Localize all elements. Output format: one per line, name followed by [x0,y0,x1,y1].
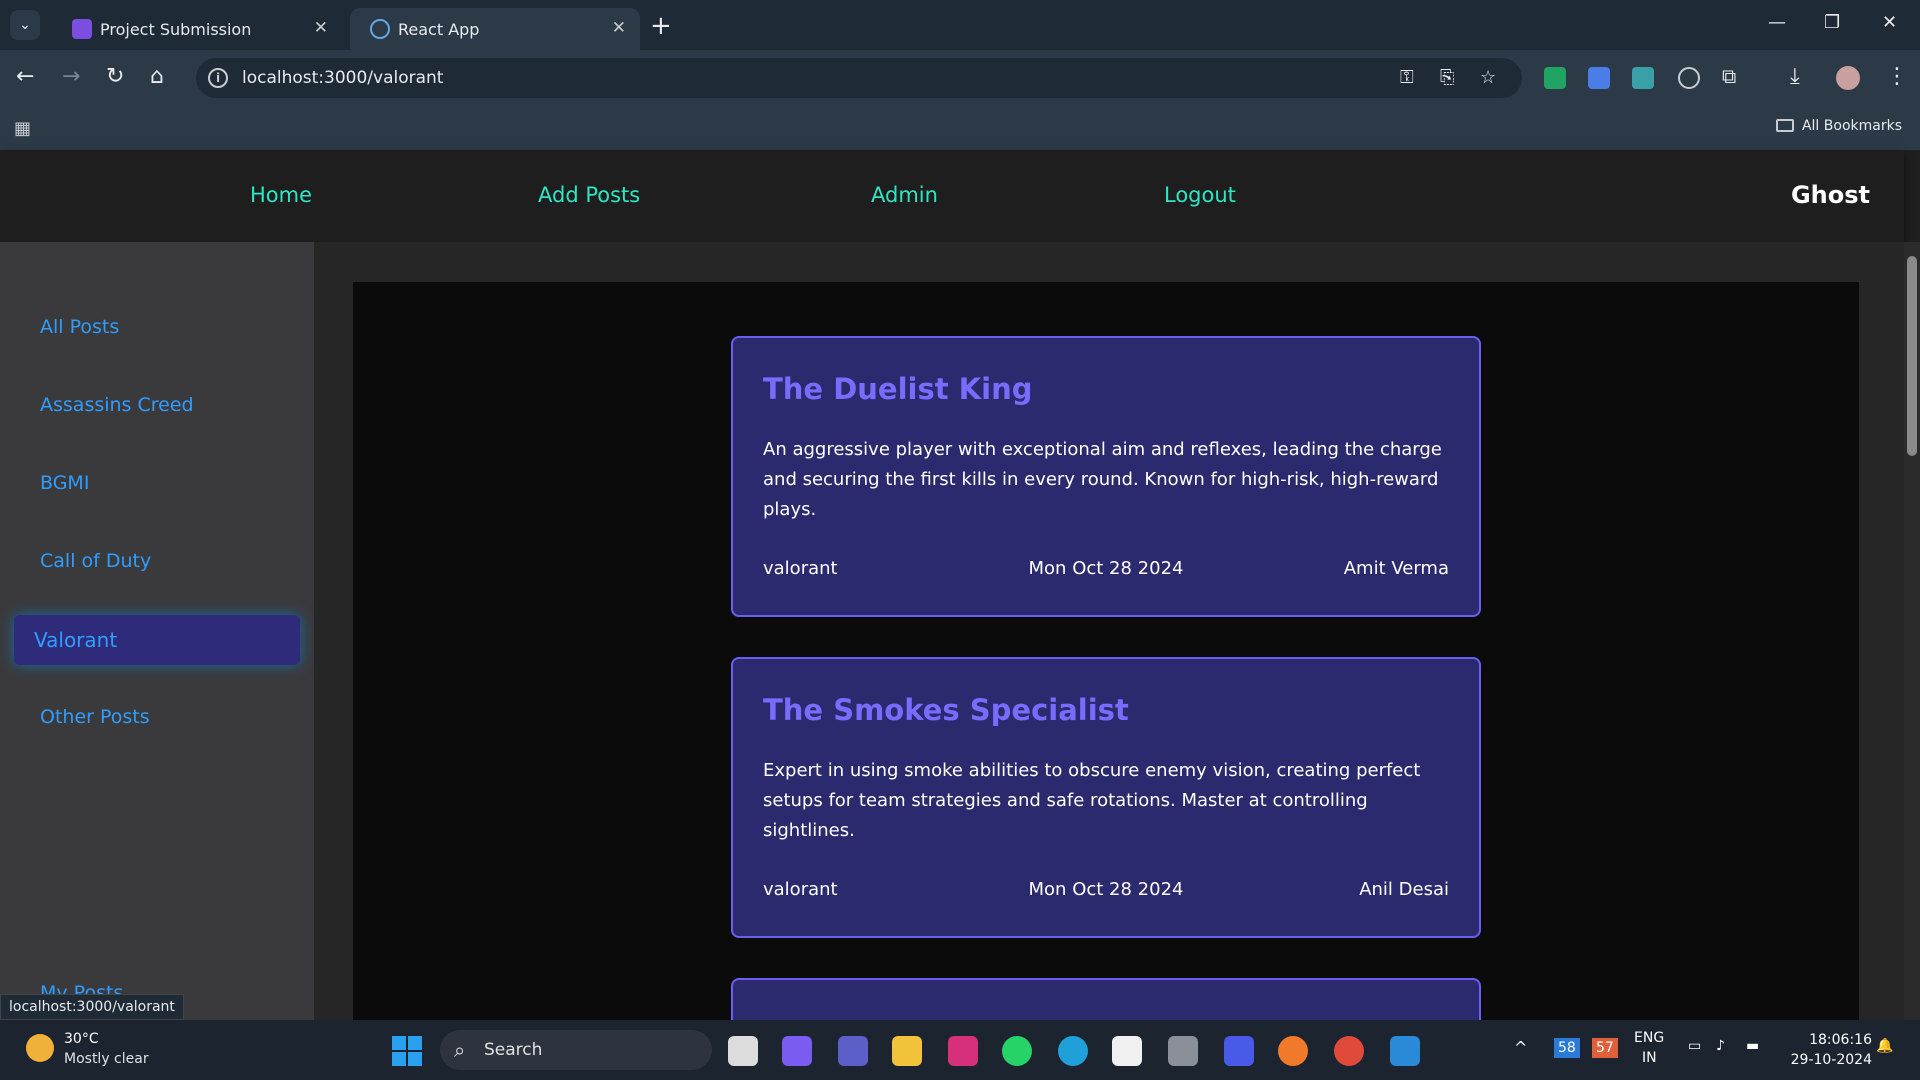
all-bookmarks-button[interactable]: All Bookmarks [1775,118,1902,134]
link-status-url: localhost:3000/valorant [0,994,184,1020]
weather-description[interactable]: Mostly clear [64,1051,149,1067]
tab-label: React App [398,20,480,39]
chrome-icon[interactable] [1334,1036,1364,1066]
post-title: The Duelist King [763,372,1033,406]
windows-taskbar: 30°C Mostly clear ⌕ Search ^ 58 57 ENG I… [0,1020,1920,1080]
extension-icon[interactable] [1632,67,1654,89]
forward-button[interactable]: → [62,64,80,89]
browser-toolbar: ← → ↻ ⌂ i localhost:3000/valorant ⚿ ⎘ ☆ … [0,50,1920,106]
battery-icon[interactable]: ▬ [1746,1038,1759,1054]
app-icon[interactable] [1224,1036,1254,1066]
copilot-icon[interactable] [782,1036,812,1066]
post-card[interactable]: The Smokes Specialist Expert in using sm… [731,657,1481,938]
posts-container: The Duelist King An aggressive player wi… [353,282,1859,1042]
sidebar-item-valorant[interactable]: Valorant [14,615,300,665]
post-author: Amit Verma [1343,558,1449,579]
install-app-icon[interactable]: ⎘ [1440,67,1454,88]
tray-overflow-icon[interactable]: ^ [1514,1038,1527,1057]
bookmark-star-icon[interactable]: ☆ [1480,67,1496,88]
unity-icon[interactable] [1168,1036,1198,1066]
post-author: Anil Desai [1359,879,1449,900]
close-window-button[interactable]: ✕ [1882,12,1897,33]
page-scrollbar[interactable] [1904,242,1920,1020]
restore-button[interactable]: ❐ [1824,12,1840,33]
language-code[interactable]: ENG [1634,1030,1664,1046]
clock-time: 18:06:16 [1809,1032,1872,1048]
downloads-icon[interactable]: ⤓ [1790,64,1800,89]
taskbar-search[interactable]: ⌕ Search [440,1030,712,1070]
reload-button[interactable]: ↻ [106,64,124,89]
post-category: valorant [763,558,838,579]
system-clock[interactable]: 18:06:16 29-10-2024 [1791,1030,1872,1070]
extensions-puzzle-icon[interactable]: ⧉ [1722,64,1736,88]
google-translate-icon[interactable] [1588,67,1610,89]
address-bar[interactable]: i localhost:3000/valorant ⚿ ⎘ ☆ [196,58,1522,98]
vscode-icon[interactable] [1390,1036,1420,1066]
language-region[interactable]: IN [1642,1050,1657,1066]
taskbar-search-label: Search [484,1040,543,1060]
minimize-button[interactable]: — [1768,12,1786,33]
post-category: valorant [763,879,838,900]
brand-name: Ghost [1790,181,1870,209]
site-info-icon[interactable]: i [208,68,228,88]
post-card[interactable]: The Duelist King An aggressive player wi… [731,336,1481,617]
task-view-icon[interactable] [728,1036,758,1066]
instagram-icon[interactable] [948,1036,978,1066]
url-text[interactable]: localhost:3000/valorant [242,68,443,88]
react-icon [370,19,390,39]
tab-project-submission[interactable]: Project Submission ✕ [52,8,342,50]
whatsapp-icon[interactable] [1002,1036,1032,1066]
new-tab-button[interactable]: + [650,11,672,41]
teams-icon[interactable] [838,1036,868,1066]
password-key-icon[interactable]: ⚿ [1400,67,1414,88]
microsoft-store-icon[interactable] [1112,1036,1142,1066]
weather-moon-icon[interactable] [26,1034,54,1062]
notification-bell-icon[interactable]: 🔔 [1876,1038,1893,1054]
tray-badge-orange[interactable]: 57 [1592,1038,1618,1058]
sidebar-item-other-posts[interactable]: Other Posts [40,706,150,728]
apps-grid-icon[interactable]: ▦ [14,118,31,139]
sidebar-item-call-of-duty[interactable]: Call of Duty [40,550,151,572]
nav-logout-link[interactable]: Logout [1164,183,1236,207]
all-bookmarks-label: All Bookmarks [1801,118,1902,134]
sidebar-item-all-posts[interactable]: All Posts [40,316,119,338]
browser-tab-bar: ⌄ Project Submission ✕ React App ✕ + — ❐… [0,0,1920,50]
nav-admin-link[interactable]: Admin [871,183,938,207]
file-explorer-icon[interactable] [892,1036,922,1066]
google-drive-icon[interactable] [1544,67,1566,89]
nav-add-posts-link[interactable]: Add Posts [538,183,640,207]
weather-temperature[interactable]: 30°C [64,1031,99,1047]
back-button[interactable]: ← [16,64,34,89]
network-icon[interactable]: ▭ [1688,1038,1701,1054]
forms-icon [72,19,92,39]
bookmarks-bar: ▦ All Bookmarks [0,106,1920,151]
sidebar-item-bgmi[interactable]: BGMI [40,472,89,494]
jupyter-icon[interactable] [1278,1036,1308,1066]
menu-kebab-icon[interactable]: ⋮ [1886,64,1908,89]
sidebar-item-assassins-creed[interactable]: Assassins Creed [40,394,194,416]
post-body: An aggressive player with exceptional ai… [763,439,1442,520]
windows-start-icon[interactable] [392,1036,422,1066]
main-content: The Duelist King An aggressive player wi… [314,242,1904,1042]
tab-close-icon[interactable]: ✕ [314,18,328,38]
tab-search-dropdown[interactable]: ⌄ [10,10,40,40]
clock-date: 29-10-2024 [1790,1052,1872,1068]
search-icon: ⌕ [454,1038,466,1062]
tab-react-app[interactable]: React App ✕ [350,8,640,50]
app-navbar: Home Add Posts Admin Logout Ghost [0,151,1904,242]
home-button[interactable]: ⌂ [150,64,164,89]
edge-icon[interactable] [1058,1036,1088,1066]
profile-avatar[interactable] [1836,66,1860,90]
category-sidebar: All Posts Assassins Creed BGMI Call of D… [0,242,314,1020]
scrollbar-thumb[interactable] [1907,256,1917,456]
tray-badge-blue[interactable]: 58 [1554,1038,1580,1058]
nav-home-link[interactable]: Home [250,183,312,207]
folder-icon [1775,119,1794,132]
tab-label: Project Submission [100,20,252,39]
tab-close-icon[interactable]: ✕ [612,18,626,38]
volume-icon[interactable]: ♪ [1716,1038,1725,1054]
post-title: The Smokes Specialist [763,693,1129,727]
grammarly-icon[interactable] [1678,67,1700,89]
post-body: Expert in using smoke abilities to obscu… [763,760,1421,841]
